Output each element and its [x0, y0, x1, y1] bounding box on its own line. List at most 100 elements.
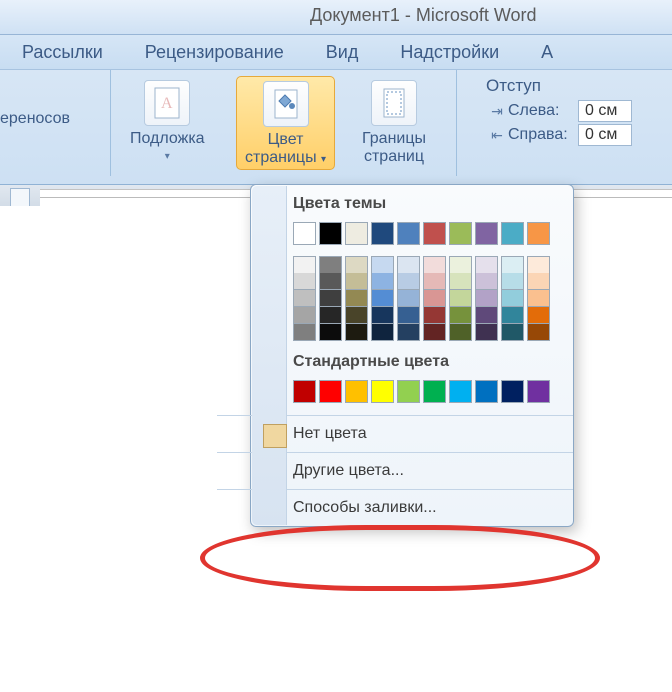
indent-group: Отступ ⇥ Слева: 0 см ⇤ Справа: 0 см [486, 76, 656, 148]
color-swatch[interactable] [501, 307, 524, 324]
page-color-button[interactable]: Цветстраницы ▾ [236, 76, 335, 170]
fill-effects-item[interactable]: Способы заливки... [291, 494, 567, 522]
color-swatch[interactable] [423, 222, 446, 245]
svg-text:A: A [161, 95, 173, 112]
color-swatch[interactable] [423, 324, 446, 341]
color-swatch[interactable] [319, 273, 342, 290]
watermark-label: Подложка [130, 130, 205, 148]
color-swatch[interactable] [397, 307, 420, 324]
color-swatch[interactable] [449, 256, 472, 274]
indent-left-icon: ⇥ [486, 103, 508, 120]
tab-review[interactable]: Рецензирование [141, 36, 288, 69]
color-swatch[interactable] [423, 256, 446, 274]
watermark-button[interactable]: A Подложка ▾ [122, 76, 213, 166]
color-swatch[interactable] [475, 307, 498, 324]
color-swatch[interactable] [345, 380, 368, 403]
color-swatch[interactable] [293, 273, 316, 290]
color-swatch[interactable] [449, 324, 472, 341]
page-color-icon [263, 81, 309, 127]
color-swatch[interactable] [345, 222, 368, 245]
color-swatch[interactable] [345, 256, 368, 274]
color-swatch[interactable] [319, 324, 342, 341]
theme-colors-row[interactable] [291, 219, 567, 253]
color-swatch[interactable] [527, 290, 550, 307]
color-swatch[interactable] [475, 324, 498, 341]
page-borders-icon [371, 80, 417, 126]
color-swatch[interactable] [423, 290, 446, 307]
watermark-icon: A [144, 80, 190, 126]
color-swatch[interactable] [501, 273, 524, 290]
recent-color-chip[interactable] [263, 424, 287, 448]
color-swatch[interactable] [449, 307, 472, 324]
more-colors-item[interactable]: Другие цвета... [291, 457, 567, 485]
tab-partial[interactable]: А [537, 36, 557, 69]
color-swatch[interactable] [475, 380, 498, 403]
color-swatch[interactable] [319, 256, 342, 274]
color-swatch[interactable] [527, 307, 550, 324]
color-swatch[interactable] [371, 290, 394, 307]
color-swatch[interactable] [449, 380, 472, 403]
color-swatch[interactable] [397, 222, 420, 245]
color-swatch[interactable] [397, 380, 420, 403]
page-color-label-2: страницы [245, 149, 317, 166]
color-swatch[interactable] [319, 222, 342, 245]
color-swatch[interactable] [501, 324, 524, 341]
color-swatch[interactable] [293, 222, 316, 245]
color-swatch[interactable] [527, 324, 550, 341]
color-swatch[interactable] [293, 307, 316, 324]
hyphenation-fragment[interactable]: ереносов [0, 110, 70, 128]
color-swatch[interactable] [319, 307, 342, 324]
color-swatch[interactable] [371, 222, 394, 245]
tab-mailings[interactable]: Рассылки [18, 36, 107, 69]
tab-selector[interactable] [10, 188, 30, 208]
page-borders-button[interactable]: Границыстраниц [354, 76, 434, 166]
color-swatch[interactable] [345, 273, 368, 290]
color-swatch[interactable] [397, 324, 420, 341]
color-swatch[interactable] [371, 256, 394, 274]
color-swatch[interactable] [345, 307, 368, 324]
color-swatch[interactable] [293, 290, 316, 307]
color-swatch[interactable] [371, 380, 394, 403]
color-swatch[interactable] [475, 222, 498, 245]
color-swatch[interactable] [397, 290, 420, 307]
indent-right-value[interactable]: 0 см [578, 124, 632, 146]
tab-addins[interactable]: Надстройки [396, 36, 503, 69]
standard-colors-row[interactable] [291, 377, 567, 411]
color-swatch[interactable] [527, 222, 550, 245]
color-swatch[interactable] [423, 273, 446, 290]
color-swatch[interactable] [527, 256, 550, 274]
color-swatch[interactable] [449, 273, 472, 290]
color-swatch[interactable] [293, 380, 316, 403]
color-swatch[interactable] [475, 256, 498, 274]
color-swatch[interactable] [527, 273, 550, 290]
color-swatch[interactable] [501, 380, 524, 403]
theme-color-shades[interactable] [291, 253, 567, 349]
color-swatch[interactable] [449, 290, 472, 307]
color-swatch[interactable] [475, 290, 498, 307]
indent-left-value[interactable]: 0 см [578, 100, 632, 122]
no-color-item[interactable]: Нет цвета [291, 420, 567, 448]
color-swatch[interactable] [475, 273, 498, 290]
color-swatch[interactable] [423, 307, 446, 324]
color-swatch[interactable] [345, 290, 368, 307]
color-swatch[interactable] [397, 273, 420, 290]
more-colors-label: Другие цвета... [293, 462, 404, 480]
color-swatch[interactable] [345, 324, 368, 341]
color-swatch[interactable] [501, 222, 524, 245]
color-swatch[interactable] [501, 290, 524, 307]
color-swatch[interactable] [371, 324, 394, 341]
color-swatch[interactable] [423, 380, 446, 403]
color-swatch[interactable] [397, 256, 420, 274]
color-swatch[interactable] [371, 307, 394, 324]
color-swatch[interactable] [319, 380, 342, 403]
color-swatch[interactable] [293, 256, 316, 274]
ribbon: ереносов A Подложка ▾ Цветстраницы ▾ [0, 70, 672, 185]
color-swatch[interactable] [527, 380, 550, 403]
theme-colors-heading: Цвета темы [291, 191, 567, 219]
color-swatch[interactable] [501, 256, 524, 274]
color-swatch[interactable] [371, 273, 394, 290]
color-swatch[interactable] [319, 290, 342, 307]
color-swatch[interactable] [293, 324, 316, 341]
tab-view[interactable]: Вид [322, 36, 363, 69]
color-swatch[interactable] [449, 222, 472, 245]
